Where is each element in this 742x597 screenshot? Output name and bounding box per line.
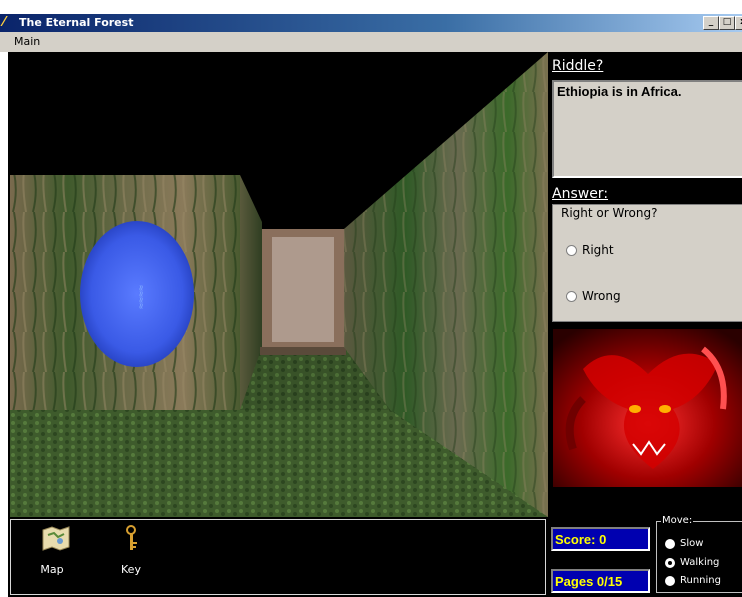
window-title: The Eternal Forest <box>19 16 134 29</box>
menu-main[interactable]: Main <box>14 35 40 48</box>
score-display: Score: 0 <box>551 527 650 551</box>
dragon-image <box>553 329 742 487</box>
maximize-button[interactable]: □ <box>719 16 735 30</box>
map-icon <box>42 526 70 551</box>
corridor-scene: ≈≈≈≈ <box>10 52 548 517</box>
riddle-header: Riddle? <box>552 58 604 74</box>
minimize-button[interactable]: _ <box>703 16 719 30</box>
inventory-panel: Map Key <box>10 519 546 595</box>
answer-option-right[interactable]: Right <box>566 243 614 257</box>
move-option-walking[interactable]: Walking <box>665 557 719 568</box>
radio-running[interactable] <box>665 575 675 586</box>
move-option-running-label: Running <box>680 575 721 586</box>
answer-header: Answer: <box>552 186 609 202</box>
answer-group: Right or Wrong? Right Wrong <box>552 204 742 322</box>
answer-option-right-label: Right <box>582 243 614 257</box>
answer-group-title: Right or Wrong? <box>560 206 659 220</box>
riddle-text: Ethiopia is in Africa. <box>557 84 682 99</box>
pages-display: Pages 0/15 <box>551 569 650 593</box>
radio-slow[interactable] <box>665 538 675 549</box>
move-group: Move: Slow Walking Running <box>656 515 742 593</box>
move-option-walking-label: Walking <box>680 557 720 568</box>
radio-walking[interactable] <box>665 557 675 568</box>
key-icon <box>126 525 137 550</box>
close-button[interactable]: x <box>735 16 742 30</box>
move-group-title: Move: <box>661 515 694 526</box>
riddle-text-box: Ethiopia is in Africa. <box>552 80 742 178</box>
answer-option-wrong[interactable]: Wrong <box>566 289 621 303</box>
move-option-running[interactable]: Running <box>665 575 721 586</box>
inventory-item-key-label: Key <box>121 563 141 576</box>
title-bar[interactable]: ⁄ The Eternal Forest _ □ x <box>0 14 742 32</box>
game-viewport[interactable]: ≈≈≈≈ <box>10 52 548 517</box>
app-icon: ⁄ <box>3 15 6 30</box>
portal-glyphs: ≈≈≈≈ <box>135 285 146 309</box>
inventory-item-key[interactable]: Key <box>111 525 151 576</box>
move-option-slow[interactable]: Slow <box>665 538 703 549</box>
answer-option-wrong-label: Wrong <box>582 289 621 303</box>
inventory-item-map-label: Map <box>40 563 64 576</box>
menu-bar: Main <box>0 32 742 52</box>
move-option-slow-label: Slow <box>680 538 704 549</box>
radio-right[interactable] <box>566 244 577 256</box>
inventory-item-map[interactable]: Map <box>36 525 76 576</box>
radio-wrong[interactable] <box>566 290 577 302</box>
